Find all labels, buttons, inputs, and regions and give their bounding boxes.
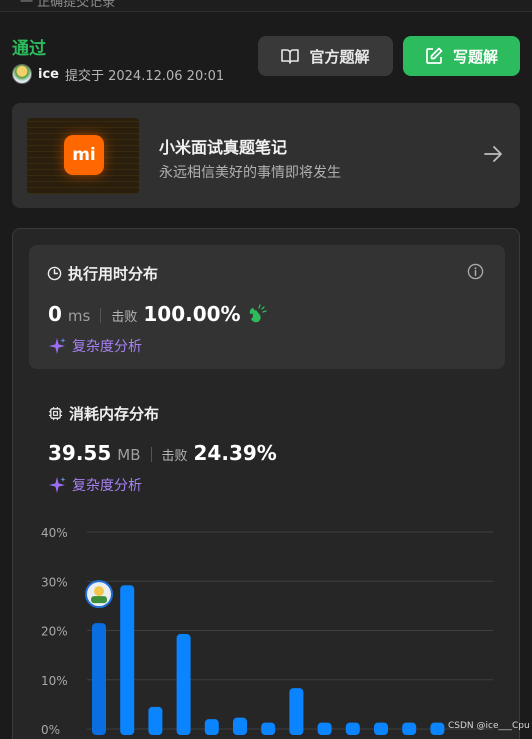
divider xyxy=(150,447,152,462)
runtime-title: 执行用时分布 xyxy=(47,263,158,284)
memory-bar[interactable] xyxy=(120,585,135,735)
runtime-complexity-analysis[interactable]: 复杂度分析 xyxy=(48,336,142,356)
runtime-unit: ms xyxy=(67,307,91,325)
memory-analysis-label: 复杂度分析 xyxy=(72,478,142,494)
top-strip-text: 一 正确提交记录 xyxy=(20,0,116,10)
memory-bar[interactable] xyxy=(233,717,247,735)
memory-bar[interactable] xyxy=(204,719,219,735)
arrow-right-icon[interactable] xyxy=(482,143,504,165)
memory-bar[interactable] xyxy=(430,722,445,735)
official-solution-button[interactable]: 官方题解 xyxy=(258,36,393,76)
y-tick-label: 40% xyxy=(41,526,68,540)
memory-bar[interactable] xyxy=(289,688,304,735)
edit-icon xyxy=(426,47,443,64)
submitted-time: 提交于 2024.12.06 20:01 xyxy=(64,68,225,84)
chip-icon xyxy=(48,406,63,421)
watermark: CSDN @ice___Cpu xyxy=(448,721,530,731)
info-icon[interactable] xyxy=(467,263,484,280)
results-panel: 执行用时分布 0 ms 击败 100.00% 复杂度分析 消耗内存分布 39.5… xyxy=(12,228,520,739)
book-icon xyxy=(281,49,300,64)
user-avatar[interactable] xyxy=(12,64,32,84)
username[interactable]: ice xyxy=(38,67,59,82)
top-strip: 一 正确提交记录 xyxy=(0,0,532,12)
xiaomi-logo: mi xyxy=(64,135,104,175)
runtime-beat-percent: 100.00% xyxy=(143,302,241,326)
memory-value: 39.55 xyxy=(48,441,112,465)
memory-beat-label: 击败 xyxy=(161,449,188,464)
memory-beat-percent: 24.39% xyxy=(193,441,277,465)
sparkle-icon xyxy=(49,338,66,354)
user-position-marker xyxy=(85,580,113,609)
sparkle-icon xyxy=(49,477,66,493)
y-tick-label: 0% xyxy=(41,723,60,737)
memory-metric: 39.55 MB 击败 24.39% xyxy=(48,441,277,465)
memory-bar[interactable] xyxy=(261,722,276,735)
memory-bar[interactable] xyxy=(317,722,332,735)
memory-bar[interactable] xyxy=(374,722,388,735)
write-solution-button[interactable]: 写题解 xyxy=(403,36,520,76)
runtime-metric: 0 ms 击败 100.00% xyxy=(48,301,267,326)
y-tick-label: 10% xyxy=(41,674,68,688)
divider xyxy=(100,308,102,323)
memory-distribution-chart: 40% 30% 20% 10% 0% xyxy=(41,526,493,737)
promo-image: mi xyxy=(27,118,139,194)
runtime-card[interactable]: 执行用时分布 0 ms 击败 100.00% 复杂度分析 xyxy=(29,245,505,369)
runtime-title-text: 执行用时分布 xyxy=(68,265,159,283)
memory-bar[interactable] xyxy=(176,633,191,735)
promo-subtitle: 永远相信美好的事情即将发生 xyxy=(159,165,341,181)
y-tick-label: 20% xyxy=(41,625,68,639)
memory-bar[interactable] xyxy=(402,722,417,735)
submission-status: 通过 xyxy=(12,39,46,59)
memory-bar[interactable] xyxy=(345,722,360,735)
promo-card[interactable]: mi 小米面试真题笔记 永远相信美好的事情即将发生 xyxy=(12,103,520,208)
write-solution-label: 写题解 xyxy=(452,47,498,66)
runtime-beat-label: 击败 xyxy=(111,310,138,325)
clock-icon xyxy=(47,266,62,281)
memory-complexity-analysis[interactable]: 复杂度分析 xyxy=(48,475,142,495)
memory-title: 消耗内存分布 xyxy=(48,403,159,424)
runtime-value: 0 xyxy=(48,302,62,326)
official-solution-label: 官方题解 xyxy=(309,47,370,66)
runtime-analysis-label: 复杂度分析 xyxy=(72,339,142,355)
y-tick-label: 30% xyxy=(41,575,68,589)
promo-title: 小米面试真题笔记 xyxy=(159,138,288,157)
memory-unit: MB xyxy=(117,446,141,464)
clap-icon xyxy=(249,304,267,323)
memory-title-text: 消耗内存分布 xyxy=(69,405,160,423)
memory-bar[interactable] xyxy=(92,623,106,735)
submission-info: ice 提交于 2024.12.06 20:01 xyxy=(12,64,224,84)
memory-bar[interactable] xyxy=(148,706,163,735)
